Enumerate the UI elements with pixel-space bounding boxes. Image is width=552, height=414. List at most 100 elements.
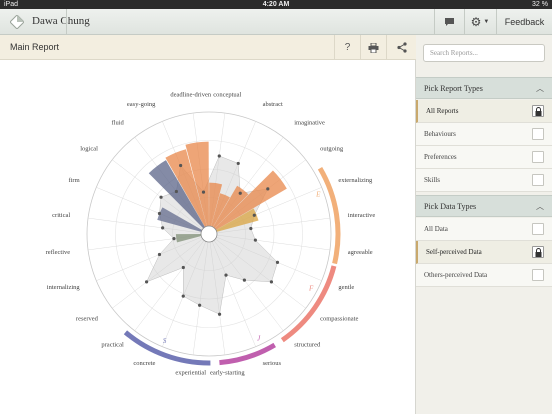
center-hole — [200, 225, 218, 243]
category-label: serious — [263, 360, 282, 367]
data-type-all-data[interactable]: All Data — [416, 218, 552, 241]
chevron-up-icon: ︿ — [536, 202, 544, 211]
printer-icon — [368, 42, 379, 53]
feedback-button[interactable]: Feedback — [497, 9, 552, 35]
others-value-point — [161, 226, 165, 230]
category-label: fluid — [111, 119, 124, 126]
status-bar: iPad 4:20 AM 32 % — [0, 0, 552, 9]
category-label: reflective — [46, 249, 71, 256]
category-label: interactive — [348, 212, 376, 219]
others-value-point — [266, 187, 270, 191]
category-label: experiential — [175, 369, 206, 376]
quadrant-letter: E — [315, 191, 321, 199]
others-value-point — [181, 265, 185, 270]
others-value-point — [269, 280, 274, 284]
others-value-point — [238, 191, 242, 195]
category-label: agreeable — [348, 249, 373, 256]
others-value-point — [253, 238, 257, 242]
help-button[interactable]: ? — [334, 35, 360, 60]
others-value-point — [242, 278, 247, 282]
main-report-panel: Main Report ? E F J Seasy-going deadline-dri… — [0, 35, 416, 414]
others-value-point — [252, 213, 256, 217]
lock-checkbox[interactable] — [532, 246, 544, 258]
share-button[interactable] — [386, 35, 416, 60]
category-label: gentle — [338, 284, 354, 291]
category-label: internalizing — [47, 284, 81, 291]
report-type-behaviours[interactable]: Behaviours — [416, 123, 552, 146]
others-value-point — [201, 190, 206, 194]
gear-icon: ⚙ — [470, 14, 482, 29]
data-types-header[interactable]: Pick Data Types ︿ — [416, 195, 552, 217]
quadrant-letter: J — [257, 334, 261, 342]
list-item-label: Behaviours — [424, 130, 456, 138]
others-value-point — [217, 154, 221, 158]
page-title: Main Report — [10, 42, 60, 52]
report-type-preferences[interactable]: Preferences — [416, 146, 552, 169]
search-input[interactable]: Search Reports... — [423, 44, 545, 62]
list-item-label: Preferences — [424, 153, 457, 161]
data-type-self-perceived[interactable]: Self-perceived Data — [416, 241, 552, 264]
quadrant-s-arc — [123, 330, 211, 366]
clock: 4:20 AM — [262, 1, 290, 8]
category-label: structured — [294, 342, 321, 349]
chevron-up-icon: ︿ — [536, 84, 544, 93]
report-type-all-reports[interactable]: All Reports — [416, 100, 552, 123]
category-label: externalizing — [338, 177, 373, 184]
chevron-down-icon: ▼ — [483, 19, 490, 25]
quadrant-letter: F — [308, 284, 314, 292]
list-item-label: All Data — [424, 225, 448, 233]
report-header: Main Report ? — [0, 35, 416, 60]
list-item-label: All Reports — [426, 107, 459, 115]
others-value-point — [198, 303, 202, 307]
divider — [66, 9, 67, 35]
category-label: compassionate — [320, 316, 358, 323]
category-label: concrete — [133, 360, 155, 367]
others-value-point — [157, 252, 162, 257]
category-label: critical — [52, 212, 70, 219]
category-label: deadline-driven — [170, 92, 212, 99]
category-label: easy-going — [127, 101, 156, 108]
list-item-label: Skills — [424, 176, 440, 184]
share-icon — [396, 42, 407, 53]
user-name: Dawa Chung — [32, 15, 90, 27]
category-label: practical — [101, 342, 124, 349]
list-item-label: Self-perceived Data — [426, 248, 482, 256]
others-value-point — [217, 312, 222, 316]
report-types-header[interactable]: Pick Report Types ︿ — [416, 77, 552, 99]
messages-button[interactable] — [434, 9, 464, 35]
category-label: abstract — [263, 101, 283, 108]
settings-menu-button[interactable]: ⚙ ▼ — [464, 9, 496, 35]
app-logo-icon — [10, 15, 24, 29]
lock-icon — [535, 248, 542, 257]
lock-icon — [535, 107, 542, 116]
others-value-point — [144, 280, 149, 284]
category-label: logical — [80, 145, 98, 152]
checkbox[interactable] — [532, 151, 544, 163]
others-value-point — [179, 163, 183, 168]
checkbox[interactable] — [532, 174, 544, 186]
report-type-skills[interactable]: Skills — [416, 169, 552, 192]
quadrant-e-arc — [317, 167, 341, 265]
checkbox[interactable] — [532, 269, 544, 281]
others-value-point — [236, 161, 240, 166]
others-value-point — [157, 211, 162, 216]
sidebar: Search Reports... Pick Report Types ︿ Al… — [416, 35, 552, 414]
print-button[interactable] — [360, 35, 386, 60]
category-label: reserved — [76, 316, 99, 323]
lock-checkbox[interactable] — [532, 105, 544, 117]
others-value-point — [249, 226, 253, 231]
category-label: imaginative — [294, 119, 325, 126]
quadrant-letter: S — [163, 337, 167, 345]
quadrant-f-arc — [280, 265, 337, 343]
checkbox[interactable] — [532, 223, 544, 235]
data-type-others-perceived[interactable]: Others-perceived Data — [416, 264, 552, 287]
app-bar: Dawa Chung ⚙ ▼ Feedback — [0, 9, 552, 35]
category-label: firm — [68, 177, 79, 184]
personality-radial-chart: E F J Seasy-going deadline-driven conceptual a… — [46, 92, 376, 377]
help-icon: ? — [344, 42, 351, 53]
chat-icon — [444, 18, 454, 26]
category-label: conceptual — [213, 92, 241, 99]
checkbox[interactable] — [532, 128, 544, 140]
section-title: Pick Data Types — [424, 202, 477, 211]
others-value-point — [181, 294, 185, 298]
